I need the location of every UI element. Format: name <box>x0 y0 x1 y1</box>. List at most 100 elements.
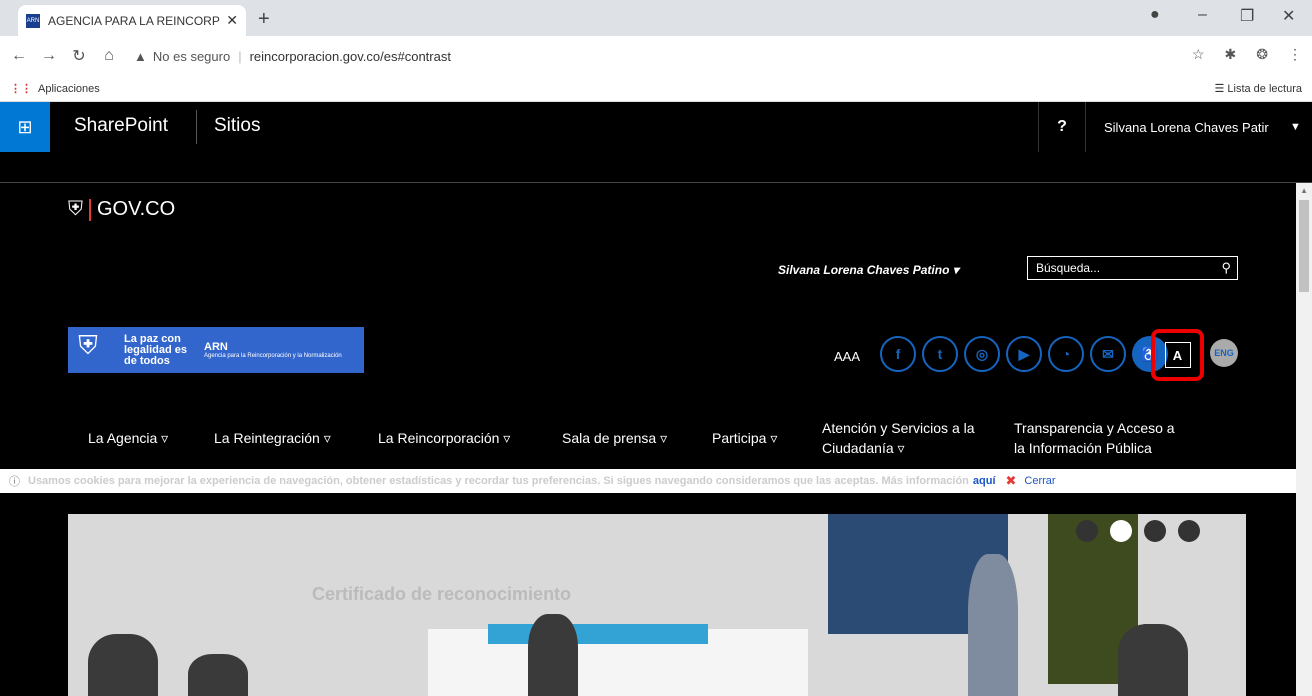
forward-icon[interactable]: → <box>38 47 60 65</box>
divider <box>0 182 1312 183</box>
apps-icon[interactable]: ⋮⋮ <box>10 82 32 95</box>
gov-co-logo[interactable]: ⛨ GOV.CO <box>68 198 175 221</box>
suite-user-name[interactable]: Silvana Lorena Chaves Patir <box>1104 120 1269 135</box>
speaker <box>968 554 1018 696</box>
menu-label: La Agencia <box>88 430 158 446</box>
reload-icon[interactable]: ↻ <box>68 46 90 66</box>
home-icon[interactable]: ⌂ <box>98 47 120 65</box>
menu-item-transparencia[interactable]: Transparencia y Acceso a la Información … <box>1014 418 1184 458</box>
logo-divider <box>89 198 91 221</box>
extension-icon[interactable]: ❂ <box>1256 46 1268 63</box>
carousel-dots <box>1076 520 1200 542</box>
menu-label: Transparencia y Acceso a la Información … <box>1014 420 1175 456</box>
cookie-text: Usamos cookies para mejorar la experienc… <box>28 475 969 487</box>
email-icon[interactable]: ✉ <box>1090 336 1126 372</box>
youtube-icon[interactable]: ▶ <box>1006 336 1042 372</box>
app-launcher-icon[interactable]: ⊞ <box>0 102 50 152</box>
rss-icon[interactable]: ◔ <box>1048 336 1084 372</box>
menu-item-participa[interactable]: Participa ▿ <box>712 428 777 448</box>
attendee <box>528 614 578 696</box>
cookie-close-button[interactable]: Cerrar <box>1024 475 1055 487</box>
url-text: reincorporacion.gov.co/es#contrast <box>249 48 451 64</box>
browser-toolbar: ← → ↻ ⌂ ▲ No es seguro | reincorporacion… <box>0 36 1312 76</box>
menu-label: Sala de prensa <box>562 430 657 446</box>
menu-label: La Reincorporación <box>378 430 500 446</box>
hero-faded-text: Certificado de reconocimiento <box>312 584 572 604</box>
menu-item-sala-prensa[interactable]: Sala de prensa ▿ <box>562 428 667 448</box>
contrast-button[interactable]: A <box>1164 342 1191 368</box>
logo-arn-subtitle: Agencia para la Reincorporación y la Nor… <box>204 353 342 359</box>
address-separator: | <box>238 48 242 64</box>
toolbar-actions: ☆ ✱ ❂ ⋮ <box>1192 46 1302 63</box>
instagram-icon[interactable]: ◎ <box>964 336 1000 372</box>
carousel-dot-active[interactable] <box>1110 520 1132 542</box>
bookmarks-bar: ⋮⋮ Aplicaciones ☰ Lista de lectura <box>0 76 1312 102</box>
warning-icon[interactable]: ▲ <box>134 49 147 64</box>
profile-icon[interactable]: ● <box>1150 6 1160 24</box>
page-user-name[interactable]: Silvana Lorena Chaves Patino ▾ <box>778 263 959 277</box>
carousel-dot[interactable] <box>1178 520 1200 542</box>
minimize-icon[interactable]: – <box>1198 6 1207 24</box>
reading-list-label: Lista de lectura <box>1227 83 1302 95</box>
user-dropdown-icon[interactable]: ▼ <box>1290 121 1301 133</box>
logo-arn: ARN Agencia para la Reincorporación y la… <box>204 341 342 359</box>
menu-item-atencion[interactable]: Atención y Servicios a la Ciudadanía ▿ <box>822 418 992 458</box>
suite-divider <box>196 110 197 144</box>
reading-list[interactable]: ☰ Lista de lectura <box>1214 82 1302 95</box>
menu-label: La Reintegración <box>214 430 320 446</box>
menu-label: Atención y Servicios a la Ciudadanía <box>822 420 975 456</box>
scroll-up-icon[interactable]: ▲ <box>1300 186 1308 195</box>
bookmark-star-icon[interactable]: ☆ <box>1192 46 1205 63</box>
attendee <box>1118 624 1188 696</box>
carousel-dot[interactable] <box>1144 520 1166 542</box>
attendee <box>188 654 248 696</box>
logo-arn-title: ARN <box>204 341 228 353</box>
maximize-icon[interactable]: ❐ <box>1240 6 1254 26</box>
search-icon[interactable]: ⚲ <box>1221 260 1231 276</box>
sites-link[interactable]: Sitios <box>214 115 260 137</box>
menu-icon[interactable]: ⋮ <box>1288 46 1302 63</box>
language-button[interactable]: ENG <box>1210 339 1238 367</box>
help-button[interactable]: ? <box>1038 102 1086 152</box>
new-tab-icon[interactable]: + <box>258 8 270 31</box>
menu-item-reintegracion[interactable]: La Reintegración ▿ <box>214 428 331 448</box>
page-user-label: Silvana Lorena Chaves Patino <box>778 263 950 277</box>
cookie-more-link[interactable]: aquí <box>973 475 996 487</box>
cookie-banner: ⓘ Usamos cookies para mejorar la experie… <box>0 469 1296 493</box>
gov-label: GOV.CO <box>97 198 176 220</box>
twitter-icon[interactable]: t <box>922 336 958 372</box>
info-icon: ⓘ <box>9 476 20 488</box>
browser-tab-strip: ARN AGENCIA PARA LA REINCORPOR ✕ + ● – ❐… <box>0 0 1312 36</box>
menu-item-agencia[interactable]: La Agencia ▿ <box>88 428 168 448</box>
menu-item-reincorporacion[interactable]: La Reincorporación ▿ <box>378 428 510 448</box>
tab-title: AGENCIA PARA LA REINCORPOR <box>48 13 221 28</box>
logo-slogan: La paz con legalidad es de todos <box>124 332 187 367</box>
coat-of-arms-icon: ⛨ <box>68 198 83 220</box>
sharepoint-brand[interactable]: SharePoint <box>74 115 168 137</box>
hero-carousel[interactable]: Certificado de reconocimiento <box>68 514 1246 696</box>
close-window-icon[interactable]: ✕ <box>1282 6 1295 26</box>
search-input[interactable]: Búsqueda... ⚲ <box>1027 256 1238 280</box>
carousel-dot[interactable] <box>1076 520 1098 542</box>
facebook-icon[interactable]: f <box>880 336 916 372</box>
table-cloth <box>488 624 708 644</box>
sharepoint-suite-bar: ⊞ SharePoint Sitios ? Silvana Lorena Cha… <box>0 102 1312 152</box>
menu-label: Participa <box>712 430 767 446</box>
security-label: No es seguro <box>152 48 231 64</box>
address-bar[interactable]: ▲ No es seguro | reincorporacion.gov.co/… <box>134 49 451 64</box>
social-icons: f t ◎ ▶ ◔ ✉ ♿ <box>880 336 1168 372</box>
attendee <box>88 634 158 696</box>
site-favicon-icon: ARN <box>26 13 40 28</box>
colombia-shield-icon: ⛨ <box>78 330 98 360</box>
back-icon[interactable]: ← <box>8 47 30 65</box>
search-placeholder: Búsqueda... <box>1036 261 1101 275</box>
close-circle-icon[interactable]: ✖ <box>1006 473 1017 489</box>
close-tab-icon[interactable]: ✕ <box>226 12 238 29</box>
browser-tab[interactable]: ARN AGENCIA PARA LA REINCORPOR ✕ <box>18 5 246 36</box>
apps-bookmark[interactable]: Aplicaciones <box>38 83 100 95</box>
arn-logo[interactable]: ⛨ La paz con legalidad es de todos ARN A… <box>68 327 364 373</box>
scroll-thumb[interactable] <box>1299 200 1309 292</box>
extensions-icon[interactable]: ✱ <box>1225 46 1237 63</box>
font-size-control[interactable]: AAA <box>834 349 860 364</box>
contrast-highlight: A <box>1151 329 1204 381</box>
